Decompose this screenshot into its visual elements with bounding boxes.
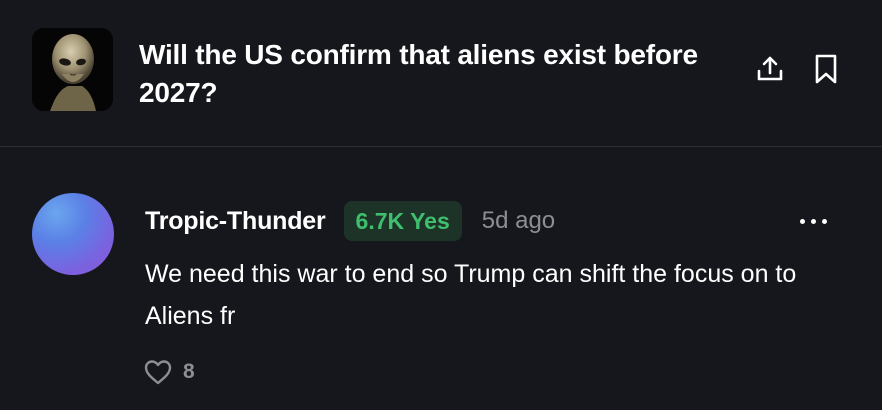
- comment-timestamp: 5d ago: [481, 207, 556, 234]
- more-dots-icon: [799, 218, 805, 224]
- like-count: 8: [183, 360, 195, 383]
- like-button[interactable]: 8: [143, 358, 195, 386]
- share-upload-icon: [757, 56, 783, 81]
- more-options-button[interactable]: [794, 207, 832, 235]
- market-title[interactable]: Will the US confirm that aliens exist be…: [139, 36, 699, 112]
- alien-portrait-icon: [32, 28, 113, 111]
- bookmark-button[interactable]: [810, 52, 842, 86]
- more-dots-icon: [821, 218, 827, 224]
- share-button[interactable]: [754, 52, 786, 86]
- header-actions: [754, 52, 842, 86]
- avatar[interactable]: [32, 193, 114, 275]
- more-dots-icon: [810, 218, 816, 224]
- comment-item: Tropic-Thunder 6.7K Yes 5d ago We need t…: [0, 147, 882, 410]
- page: Will the US confirm that aliens exist be…: [0, 0, 882, 410]
- comment-text: We need this war to end so Trump can shi…: [145, 260, 797, 330]
- market-header: Will the US confirm that aliens exist be…: [0, 0, 882, 147]
- heart-icon: [144, 360, 172, 385]
- comment-meta: Tropic-Thunder 6.7K Yes 5d ago: [145, 201, 555, 241]
- comment-username[interactable]: Tropic-Thunder: [145, 207, 326, 236]
- bookmark-icon: [815, 54, 837, 84]
- position-badge: 6.7K Yes: [343, 201, 462, 241]
- market-thumbnail[interactable]: [32, 28, 113, 111]
